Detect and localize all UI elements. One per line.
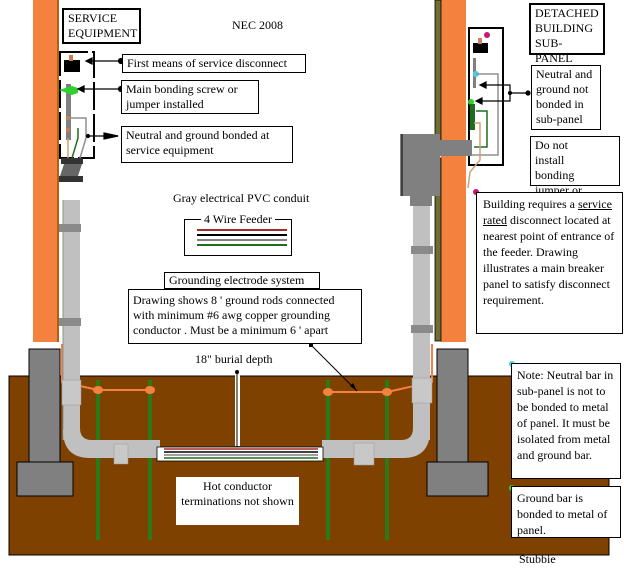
feeder-label: 4 Wire Feeder	[201, 212, 275, 227]
burial-depth-label: 18" burial depth	[195, 352, 273, 366]
sub-panel-heading-line3: SUB-PANEL	[535, 36, 573, 65]
grounding-heading: Grounding electrode system	[164, 272, 320, 289]
ground-rod	[96, 380, 100, 540]
hot-conductor-note-text: Hot conductor terminations not shown	[181, 479, 294, 508]
left-footing	[16, 461, 74, 497]
callout-not-bonded: Neutral and ground not bonded in sub-pan…	[531, 65, 601, 130]
disconnect-marker	[484, 32, 490, 38]
neutral-bar-note: Note: Neutral bar in sub-panel is not to…	[511, 363, 621, 479]
service-rated-before: Building requires a	[483, 197, 578, 211]
service-rated-after: disconnect located at nearest point of e…	[483, 213, 615, 307]
left-building-wall	[33, 0, 58, 342]
ground-rod	[326, 380, 330, 540]
ground-bar-note: Ground bar is bonded to metal of panel.	[511, 486, 621, 538]
grounding-description: Drawing shows 8 ' ground rods connected …	[128, 289, 362, 344]
ground-rod	[385, 380, 389, 540]
service-panel	[59, 51, 95, 182]
left-foundation-wall	[28, 348, 61, 475]
conduit-label: Gray electrical PVC conduit	[173, 191, 310, 205]
sub-panel-heading-line2: BUILDING	[535, 21, 593, 35]
service-heading-line1: SERVICE	[68, 11, 118, 25]
service-equipment-heading: SERVICE EQUIPMENT	[62, 8, 141, 44]
right-building-wall	[441, 0, 466, 342]
callout-no-jumper: Do not install bonding jumper or screw	[530, 136, 620, 212]
sub-panel	[467, 27, 504, 189]
right-foundation-wall	[436, 348, 469, 475]
sub-panel-heading: DETACHED BUILDING SUB-PANEL	[529, 3, 605, 65]
callout-first-disconnect: First means of service disconnect	[122, 54, 306, 73]
main-breaker-icon	[64, 60, 80, 72]
hot-conductor-note: Hot conductor terminations not shown	[176, 477, 299, 525]
credit: Stubbie	[519, 552, 556, 566]
sub-panel-heading-line1: DETACHED	[535, 6, 599, 20]
callout-neutral-ground-bonded: Neutral and ground bonded at service equ…	[121, 126, 293, 163]
ground-rod	[148, 380, 152, 540]
service-rated-note: Building requires a service rated discon…	[476, 192, 623, 334]
callout-main-bonding: Main bonding screw or jumper installed	[121, 80, 259, 114]
nec-title: NEC 2008	[232, 18, 283, 32]
service-heading-line2: EQUIPMENT	[68, 26, 138, 40]
main-breaker-icon	[473, 43, 488, 53]
right-footing	[426, 461, 489, 497]
